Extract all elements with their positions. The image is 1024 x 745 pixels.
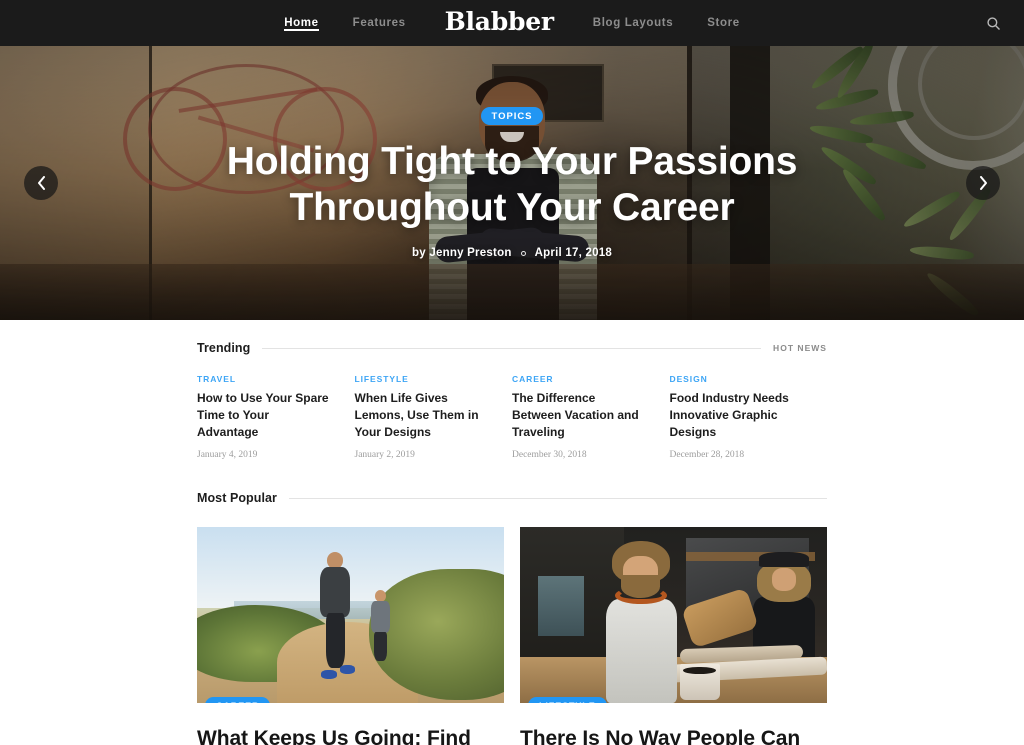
nav-item-store[interactable]: Store	[690, 0, 757, 46]
article-category-badge[interactable]: LIFESTYLE	[528, 697, 607, 704]
trending-item[interactable]: LIFESTYLE When Life Gives Lemons, Use Th…	[355, 374, 513, 460]
trending-item[interactable]: DESIGN Food Industry Needs Innovative Gr…	[670, 374, 828, 460]
hero-category-badge[interactable]: TOPICS	[480, 106, 544, 125]
chevron-left-icon[interactable]	[24, 166, 58, 200]
hot-news-tag: HOT NEWS	[773, 343, 827, 353]
meta-separator-icon	[520, 250, 526, 256]
nav-item-blog-layouts[interactable]: Blog Layouts	[576, 0, 690, 46]
trending-item-title[interactable]: Food Industry Needs Innovative Graphic D…	[670, 390, 806, 441]
hero-author[interactable]: by Jenny Preston	[412, 247, 512, 259]
trending-item-title[interactable]: When Life Gives Lemons, Use Them in Your…	[355, 390, 491, 441]
article-card: LIFESTYLE There Is No Way People Can Tak…	[520, 527, 827, 745]
divider	[288, 497, 827, 499]
trending-item-title[interactable]: How to Use Your Spare Time to Your Advan…	[197, 390, 333, 441]
most-popular-title: Most Popular	[197, 491, 277, 506]
hero-date: April 17, 2018	[534, 247, 612, 260]
trending-item[interactable]: CAREER The Difference Between Vacation a…	[512, 374, 670, 460]
article-card: CAREER What Keeps Us Going: Find Your Wa…	[197, 527, 504, 745]
logo-text: Blabber	[444, 7, 554, 36]
hero-slider: TOPICS Holding Tight to Your Passions Th…	[0, 46, 1024, 320]
hero-meta: by Jenny Preston April 17, 2018	[412, 247, 612, 259]
trending-title: Trending	[197, 341, 251, 355]
most-popular-list: CAREER What Keeps Us Going: Find Your Wa…	[197, 527, 827, 745]
hero-content: TOPICS Holding Tight to Your Passions Th…	[0, 46, 1024, 320]
trending-category[interactable]: LIFESTYLE	[355, 374, 491, 384]
trending-item-title[interactable]: The Difference Between Vacation and Trav…	[512, 390, 648, 441]
search-icon[interactable]	[980, 10, 1006, 36]
article-image[interactable]: CAREER	[197, 527, 504, 704]
chevron-right-icon[interactable]	[966, 166, 1000, 200]
trending-item[interactable]: TRAVEL How to Use Your Spare Time to You…	[197, 374, 355, 460]
main-navigation: Home Features Blabber Blog Layouts Store	[267, 0, 757, 46]
site-header: Home Features Blabber Blog Layouts Store	[0, 0, 1024, 46]
site-logo[interactable]: Blabber	[423, 0, 576, 45]
most-popular-section-header: Most Popular	[197, 460, 827, 505]
main-content: Trending HOT NEWS TRAVEL How to Use Your…	[197, 320, 827, 745]
page-root: Home Features Blabber Blog Layouts Store	[0, 0, 1024, 745]
nav-item-features[interactable]: Features	[336, 0, 423, 46]
hero-title[interactable]: Holding Tight to Your Passions Throughou…	[192, 139, 832, 231]
trending-category[interactable]: DESIGN	[670, 374, 806, 384]
nav-item-home[interactable]: Home	[267, 0, 335, 46]
trending-item-date: January 4, 2019	[197, 450, 258, 461]
article-title[interactable]: There Is No Way People Can Take This Awa…	[520, 726, 827, 745]
trending-category[interactable]: CAREER	[512, 374, 648, 384]
article-title[interactable]: What Keeps Us Going: Find Your Way and M…	[197, 726, 504, 745]
trending-list: TRAVEL How to Use Your Spare Time to You…	[197, 374, 827, 460]
trending-category[interactable]: TRAVEL	[197, 374, 333, 384]
article-image[interactable]: LIFESTYLE	[520, 527, 827, 704]
trending-item-date: December 28, 2018	[669, 450, 745, 461]
trending-item-date: December 30, 2018	[512, 450, 587, 461]
divider	[262, 347, 762, 349]
trending-item-date: January 2, 2019	[354, 450, 415, 461]
trending-section-header: Trending HOT NEWS	[197, 320, 827, 355]
article-category-badge[interactable]: CAREER	[205, 697, 271, 704]
